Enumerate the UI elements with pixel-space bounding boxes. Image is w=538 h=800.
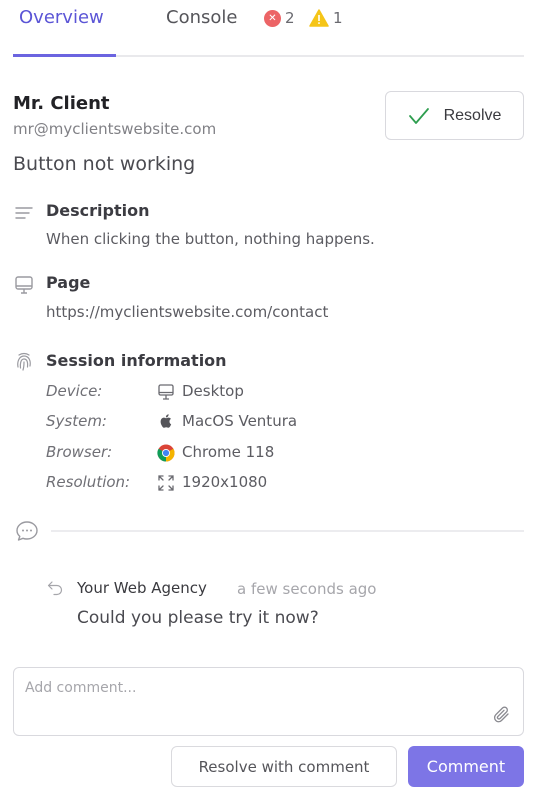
warning-count: 1 (333, 9, 343, 27)
apple-icon (160, 414, 172, 428)
tab-console[interactable]: Console (166, 7, 237, 28)
chrome-icon (157, 444, 175, 462)
comment-box (13, 667, 524, 736)
client-name: Mr. Client (13, 93, 110, 114)
issue-title: Button not working (13, 153, 196, 175)
session-title: Session information (46, 351, 227, 370)
page-url[interactable]: https://myclientswebsite.com/contact (46, 303, 328, 321)
fingerprint-icon (17, 352, 31, 371)
desktop-icon (158, 384, 174, 400)
comments-divider (51, 530, 524, 532)
resolution-label: Resolution: (46, 473, 131, 491)
reply-icon (47, 581, 63, 596)
page-title: Page (46, 273, 91, 292)
monitor-icon (15, 276, 33, 294)
text-lines-icon (15, 207, 33, 219)
warning-count-badge[interactable]: 1 (309, 9, 343, 27)
resolution-value: 1920x1080 (182, 473, 268, 491)
comment-button[interactable]: Comment (408, 746, 524, 787)
description-title: Description (46, 201, 150, 220)
device-value: Desktop (182, 382, 244, 400)
comment-input[interactable] (14, 668, 523, 735)
error-icon: ✕ (264, 9, 281, 27)
device-label: Device: (46, 382, 103, 400)
resolve-with-comment-button[interactable]: Resolve with comment (171, 746, 397, 787)
error-count: 2 (285, 9, 295, 27)
system-label: System: (46, 412, 107, 430)
reply-timestamp: a few seconds ago (237, 580, 377, 598)
warning-icon (309, 9, 329, 27)
checkmark-icon (408, 107, 429, 124)
comment-bubble-icon (16, 521, 38, 541)
error-count-badge[interactable]: ✕ 2 (264, 9, 295, 27)
paperclip-icon[interactable] (493, 705, 511, 725)
tab-overview[interactable]: Overview (19, 7, 104, 28)
description-text: When clicking the button, nothing happen… (46, 230, 375, 248)
expand-icon (158, 475, 174, 491)
system-value: MacOS Ventura (182, 412, 298, 430)
reply-body: Could you please try it now? (77, 608, 319, 628)
tab-bar: Overview Console ✕ 2 1 (13, 0, 524, 57)
browser-value: Chrome 118 (182, 443, 275, 461)
active-tab-indicator (13, 54, 116, 57)
reply-author: Your Web Agency (77, 579, 207, 597)
resolve-label: Resolve (443, 106, 502, 124)
client-email: mr@myclientswebsite.com (13, 120, 217, 138)
resolve-button[interactable]: Resolve (385, 91, 524, 140)
browser-label: Browser: (46, 443, 113, 461)
